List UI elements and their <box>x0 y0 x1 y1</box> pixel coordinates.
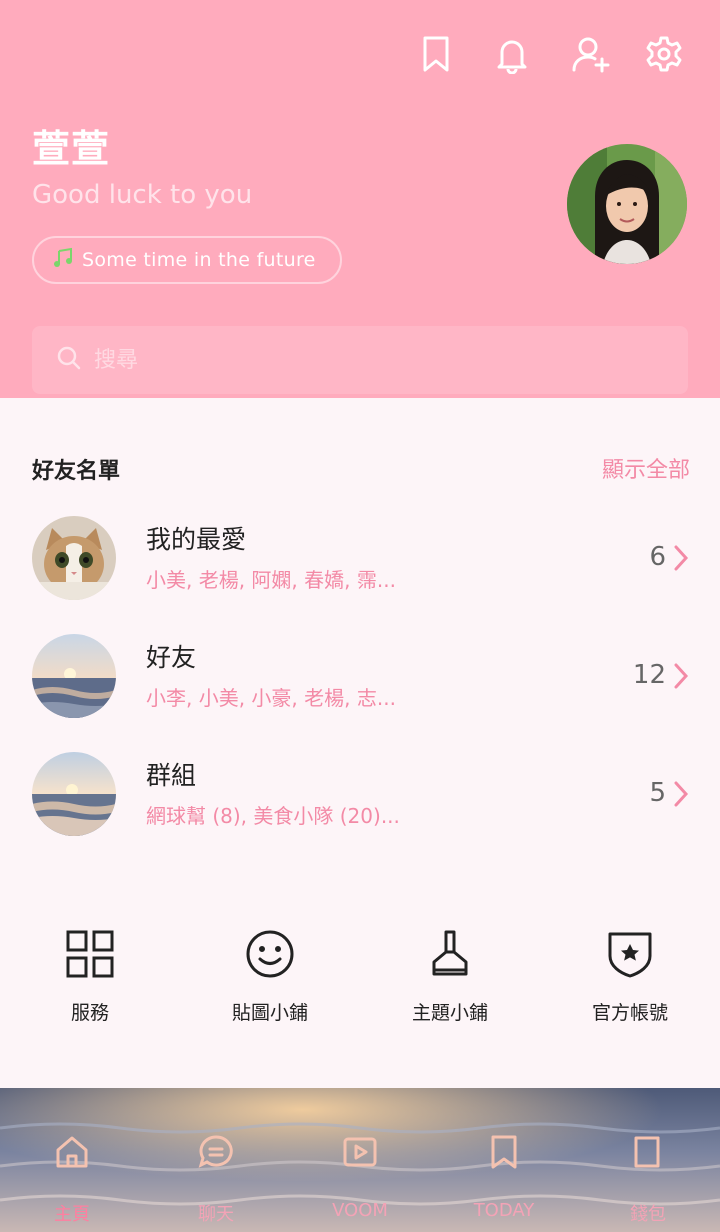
row-count: 6 <box>649 542 666 572</box>
search-bar[interactable] <box>32 326 688 394</box>
show-all-link[interactable]: 顯示全部 <box>602 452 690 484</box>
bookmark-icon <box>491 1135 517 1169</box>
search-input[interactable] <box>94 347 594 373</box>
bookmark-icon[interactable] <box>414 32 458 76</box>
nav-today[interactable]: TODAY <box>432 1088 576 1232</box>
wallet-icon <box>634 1136 660 1168</box>
brush-icon <box>432 930 468 976</box>
profile-music-button[interactable]: Some time in the future <box>32 236 342 284</box>
official-accounts-button[interactable]: 官方帳號 <box>540 922 720 1025</box>
shield-star-icon <box>608 932 652 978</box>
row-title: 群組 <box>146 761 197 790</box>
nav-label: 錢包 <box>630 1204 666 1225</box>
friends-thumbnail <box>32 634 116 718</box>
nav-home[interactable]: 主頁 <box>0 1088 144 1232</box>
profile-avatar[interactable] <box>567 144 687 264</box>
row-subtitle: 小美, 老楊, 阿嫻, 春嬌, 霈... <box>146 568 396 592</box>
shortcut-label: 貼圖小鋪 <box>231 1002 308 1024</box>
list-item[interactable]: 我的最愛 小美, 老楊, 阿嫻, 春嬌, 霈... 6 <box>0 516 720 616</box>
bottom-navigation: 主頁 聊天 VOOM TODAY 錢包 <box>0 1088 720 1232</box>
status-message[interactable]: Good luck to you <box>32 180 252 210</box>
list-item[interactable]: 好友 小李, 小美, 小豪, 老楊, 志... 12 <box>0 634 720 734</box>
play-icon <box>343 1137 377 1167</box>
services-button[interactable]: 服務 <box>0 922 180 1025</box>
home-icon <box>56 1136 88 1168</box>
nav-label: VOOM <box>332 1200 388 1221</box>
smiley-icon <box>246 930 294 978</box>
add-friend-icon[interactable] <box>568 32 612 76</box>
grid-icon <box>66 930 114 978</box>
row-title: 我的最愛 <box>146 525 247 554</box>
theme-shop-button[interactable]: 主題小鋪 <box>360 922 540 1025</box>
music-title: Some time in the future <box>82 249 316 271</box>
profile-header: 萱萱 Good luck to you Some time in the fut… <box>0 0 720 398</box>
nav-label: 主頁 <box>54 1204 90 1225</box>
favorites-thumbnail <box>32 516 116 600</box>
row-subtitle: 小李, 小美, 小豪, 老楊, 志... <box>146 686 396 710</box>
nav-wallet[interactable]: 錢包 <box>576 1088 720 1232</box>
sticker-shop-button[interactable]: 貼圖小鋪 <box>180 922 360 1025</box>
chevron-right-icon <box>674 781 689 807</box>
row-count: 12 <box>632 660 666 690</box>
bell-icon[interactable] <box>490 32 534 76</box>
settings-icon[interactable] <box>642 32 686 76</box>
shortcut-label: 官方帳號 <box>591 1002 668 1024</box>
nav-label: TODAY <box>473 1200 535 1221</box>
nav-chats[interactable]: 聊天 <box>144 1088 288 1232</box>
nav-label: 聊天 <box>198 1204 234 1225</box>
row-subtitle: 網球幫 (8), 美食小隊 (20)... <box>146 804 400 828</box>
row-title: 好友 <box>146 643 197 672</box>
chevron-right-icon <box>674 663 689 689</box>
nav-voom[interactable]: VOOM <box>288 1088 432 1232</box>
music-note-icon <box>52 247 74 273</box>
search-icon <box>56 345 82 375</box>
list-item[interactable]: 群組 網球幫 (8), 美食小隊 (20)... 5 <box>0 752 720 852</box>
shortcut-label: 服務 <box>70 1002 109 1024</box>
friends-section-title: 好友名單 <box>32 459 121 484</box>
chat-icon <box>198 1135 233 1168</box>
chevron-right-icon <box>674 545 689 571</box>
shortcut-label: 主題小鋪 <box>411 1002 488 1024</box>
row-count: 5 <box>649 778 666 808</box>
profile-name[interactable]: 萱萱 <box>32 118 110 173</box>
groups-thumbnail <box>32 752 116 836</box>
